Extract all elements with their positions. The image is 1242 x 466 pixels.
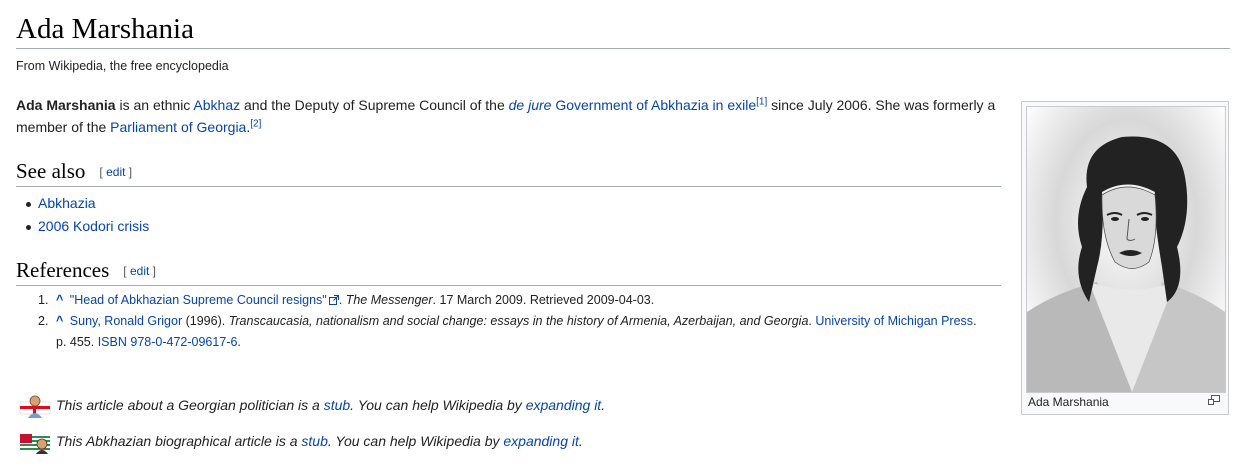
link-government-in-exile[interactable]: de jure Government of Abkhazia in exile bbox=[509, 97, 756, 113]
intro-paragraph: Ada Marshania is an ethnic Abkhaz and th… bbox=[16, 96, 996, 135]
enlarge-icon[interactable] bbox=[1208, 395, 1220, 405]
ref-backlink[interactable]: ^ bbox=[56, 314, 63, 328]
ref-backlink[interactable]: ^ bbox=[56, 293, 63, 307]
isbn-number-link[interactable]: 978-0-472-09617-6 bbox=[130, 335, 237, 349]
subject-name: Ada Marshania bbox=[16, 97, 116, 113]
stub-notice-abkhazian: This Abkhazian biographical article is a… bbox=[18, 430, 583, 455]
ref-2-publisher-link[interactable]: University of Michigan Press bbox=[815, 314, 973, 328]
references-edit: [ edit ] bbox=[123, 264, 157, 278]
abkhazian-flag-stub-icon bbox=[20, 434, 50, 455]
link-kodori-crisis[interactable]: 2006 Kodori crisis bbox=[38, 218, 149, 234]
references-edit-link[interactable]: edit bbox=[130, 264, 149, 278]
ref-2-author-link[interactable]: Suny, Ronald Grigor bbox=[70, 314, 182, 328]
see-also-heading: See also[ edit ] bbox=[16, 158, 1001, 187]
ref-1-link[interactable]: [1] bbox=[756, 96, 767, 107]
link-abkhaz[interactable]: Abkhaz bbox=[193, 97, 240, 113]
reference-item: 1. ^ "Head of Abkhazian Supreme Council … bbox=[38, 293, 655, 307]
infobox-caption: Ada Marshania bbox=[1028, 395, 1109, 409]
ref-1-title-link[interactable]: "Head of Abkhazian Supreme Council resig… bbox=[70, 293, 327, 307]
see-also-edit: [ edit ] bbox=[99, 165, 133, 179]
see-also-list: Abkhazia 2006 Kodori crisis bbox=[24, 192, 149, 238]
expand-link[interactable]: expanding it bbox=[503, 433, 579, 449]
ref-2-link[interactable]: [2] bbox=[250, 118, 261, 129]
stub-notice-politician: This article about a Georgian politician… bbox=[18, 394, 605, 419]
expand-link[interactable]: expanding it bbox=[526, 397, 602, 413]
isbn-link[interactable]: ISBN bbox=[98, 335, 127, 349]
page-title: Ada Marshania bbox=[16, 12, 1230, 49]
georgian-politician-stub-icon bbox=[19, 395, 51, 419]
list-item: Abkhazia bbox=[24, 192, 149, 215]
see-also-edit-link[interactable]: edit bbox=[106, 165, 125, 179]
list-item: 2006 Kodori crisis bbox=[24, 215, 149, 238]
stub-link[interactable]: stub bbox=[301, 433, 327, 449]
infobox: Ada Marshania bbox=[1021, 101, 1229, 415]
link-abkhazia[interactable]: Abkhazia bbox=[38, 195, 96, 211]
reference-item: 2. ^ Suny, Ronald Grigor (1996). Transca… bbox=[38, 314, 977, 349]
external-link-icon bbox=[328, 295, 339, 305]
tagline: From Wikipedia, the free encyclopedia bbox=[16, 59, 229, 73]
stub-link[interactable]: stub bbox=[324, 397, 350, 413]
portrait-image[interactable] bbox=[1026, 106, 1226, 393]
references-list: 1. ^ "Head of Abkhazian Supreme Council … bbox=[38, 290, 990, 353]
references-heading: References[ edit ] bbox=[16, 257, 1001, 286]
link-parliament-of-georgia[interactable]: Parliament of Georgia bbox=[110, 119, 246, 135]
